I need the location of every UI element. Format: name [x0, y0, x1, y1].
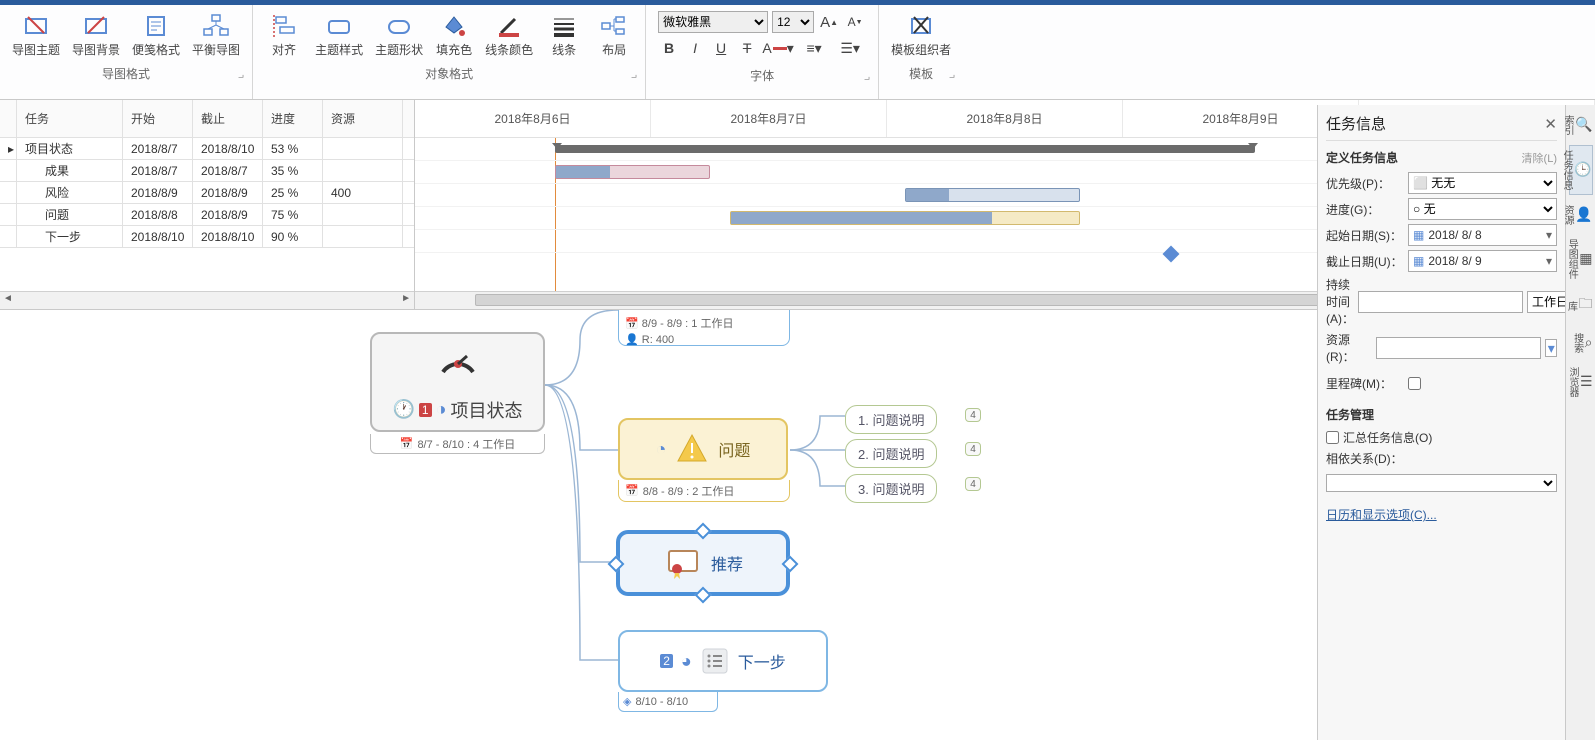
btn-list[interactable]: ☰▾	[834, 37, 866, 59]
table-row[interactable]: 问题 2018/8/8 2018/8/9 75 %	[0, 204, 414, 226]
btn-align-text[interactable]: ≡▾	[798, 37, 830, 59]
col-prog[interactable]: 进度	[263, 100, 323, 137]
table-row[interactable]: 成果 2018/8/7 2018/8/7 35 %	[0, 160, 414, 182]
timeline-day: 2018年8月7日	[651, 100, 887, 137]
mm-root[interactable]: 🕐 1 ◑ 项目状态	[370, 332, 545, 432]
btn-bold[interactable]: B	[658, 37, 680, 59]
warning-icon	[674, 431, 710, 467]
priority-icon: 2	[660, 654, 673, 668]
btn-balance-map[interactable]: 平衡导图	[186, 7, 246, 61]
side-tab[interactable]: ☰浏览器	[1569, 363, 1593, 401]
mm-badge-2[interactable]: 4	[965, 442, 981, 456]
ribbon: 导图主题 导图背景 便笺格式 平衡导图 导图格式	[0, 5, 1595, 100]
timeline-day: 2018年8月6日	[415, 100, 651, 137]
task-hscroll[interactable]	[0, 291, 414, 309]
btn-layout[interactable]: 布局	[589, 7, 639, 61]
summary-checkbox[interactable]	[1326, 431, 1339, 444]
mm-sub-3[interactable]: 3. 问题说明	[845, 474, 937, 503]
btn-italic[interactable]: I	[684, 37, 706, 59]
side-tab[interactable]: 🔍索引	[1569, 111, 1593, 139]
side-tab[interactable]: ▦导图组件	[1569, 235, 1593, 283]
btn-note-format[interactable]: 便笺格式	[126, 7, 186, 61]
mm-next-date: ◈ 8/10 - 8/10	[618, 692, 718, 712]
table-row[interactable]: 下一步 2018/8/10 2018/8/10 90 %	[0, 226, 414, 248]
mm-sub-2[interactable]: 2. 问题说明	[845, 439, 937, 468]
col-res[interactable]: 资源	[323, 100, 403, 137]
btn-map-theme[interactable]: 导图主题	[6, 7, 66, 61]
side-tab[interactable]: ⌕搜索	[1569, 329, 1593, 357]
ribbon-group-object-format: 对齐 主题样式 主题形状 填充色 线条颜色	[253, 5, 646, 99]
list-icon	[700, 646, 730, 676]
btn-lines[interactable]: 线条	[539, 7, 589, 61]
btn-line-color[interactable]: 线条颜色	[479, 7, 539, 61]
duration-input[interactable]	[1358, 291, 1523, 313]
priority-select[interactable]: ⬜ 无无	[1408, 172, 1557, 194]
col-end[interactable]: 截止	[193, 100, 263, 137]
gantt-bar-2[interactable]	[905, 188, 1080, 202]
ribbon-group-map-format: 导图主题 导图背景 便笺格式 平衡导图 导图格式	[0, 5, 253, 99]
resource-picker-btn[interactable]: ▾	[1545, 339, 1557, 357]
mm-badge-3[interactable]: 4	[965, 477, 981, 491]
mm-problem-date: 📅 8/8 - 8/9 : 2 工作日	[618, 480, 790, 502]
font-size-select[interactable]: 12	[772, 11, 814, 33]
progress-icon: ◔	[656, 439, 667, 460]
task-table: 任务 开始 截止 进度 资源 ▸ 项目状态 2018/8/7 2018/8/10…	[0, 100, 415, 309]
end-date-input[interactable]: ▦2018/ 8/ 9▾	[1408, 250, 1557, 272]
panel-close-icon[interactable]: ✕	[1544, 115, 1557, 133]
mm-root-date: 📅 8/7 - 8/10 : 4 工作日	[370, 434, 545, 454]
btn-fill-color[interactable]: 填充色	[429, 7, 479, 61]
mm-sub-1[interactable]: 1. 问题说明	[845, 405, 937, 434]
side-tabs: 🔍索引 🕒任务信息 👤资源 ▦导图组件 🗀库 ⌕搜索 ☰浏览器	[1565, 105, 1595, 740]
font-family-select[interactable]: 微软雅黑	[658, 11, 768, 33]
clear-link[interactable]: 清除(L)	[1522, 150, 1557, 166]
panel-title: 任务信息	[1326, 113, 1386, 134]
mm-badge-1[interactable]: 4	[965, 408, 981, 422]
ribbon-group-font: 微软雅黑 12 A▲ A▼ B I U T A▾ ≡▾ ☰▾ 字体	[646, 5, 879, 99]
depends-select[interactable]	[1326, 474, 1557, 492]
side-tab[interactable]: 🕒任务信息	[1569, 145, 1593, 195]
timeline-day: 2018年8月8日	[887, 100, 1123, 137]
gantt-bar-summary[interactable]	[555, 145, 1255, 153]
milestone-checkbox[interactable]	[1408, 377, 1421, 390]
mm-problem[interactable]: ◔ 问题	[618, 418, 788, 480]
side-tab[interactable]: 🗀库	[1569, 289, 1593, 323]
btn-map-bg[interactable]: 导图背景	[66, 7, 126, 61]
task-info-panel: 任务信息 ✕ 定义任务信息 清除(L) 优先级(P)： ⬜ 无无 进度(G)： …	[1317, 105, 1565, 740]
calendar-options-link[interactable]: 日历和显示选项(C)...	[1326, 506, 1437, 523]
ribbon-group-template: 模板组织者 模板	[879, 5, 963, 99]
mm-next[interactable]: 2 ◕ 下一步	[618, 630, 828, 692]
progress-icon: ◕	[681, 651, 692, 672]
col-name[interactable]: 任务	[17, 100, 123, 137]
gantt-bar-1[interactable]	[555, 165, 710, 179]
btn-theme-style[interactable]: 主题样式	[309, 7, 369, 61]
side-tab[interactable]: 👤资源	[1569, 201, 1593, 229]
btn-grow-font[interactable]: A▲	[818, 11, 840, 33]
resource-input[interactable]	[1376, 337, 1541, 359]
start-date-input[interactable]: ▦2018/ 8/ 8▾	[1408, 224, 1557, 246]
mm-risk-date: 📅 8/9 - 8/9 : 1 工作日 👤 R: 400	[618, 310, 790, 346]
table-row[interactable]: ▸ 项目状态 2018/8/7 2018/8/10 53 %	[0, 138, 414, 160]
btn-theme-shape[interactable]: 主题形状	[369, 7, 429, 61]
btn-underline[interactable]: U	[710, 37, 732, 59]
table-row[interactable]: 风险 2018/8/9 2018/8/9 25 % 400	[0, 182, 414, 204]
btn-shrink-font[interactable]: A▼	[844, 11, 866, 33]
certificate-icon	[663, 545, 703, 581]
gantt-bar-3[interactable]	[730, 211, 1080, 225]
progress-select[interactable]: ○ 无	[1408, 198, 1557, 220]
clock-icon: 🕐	[393, 399, 415, 420]
col-start[interactable]: 开始	[123, 100, 193, 137]
btn-font-color[interactable]: A▾	[762, 37, 794, 59]
btn-strike[interactable]: T	[736, 37, 758, 59]
progress-icon: ◑	[436, 399, 447, 420]
mm-recommend[interactable]: 推荐	[618, 532, 788, 594]
btn-template-organizer[interactable]: 模板组织者	[885, 7, 957, 61]
btn-align[interactable]: 对齐	[259, 7, 309, 61]
priority-icon: 1	[419, 403, 432, 417]
